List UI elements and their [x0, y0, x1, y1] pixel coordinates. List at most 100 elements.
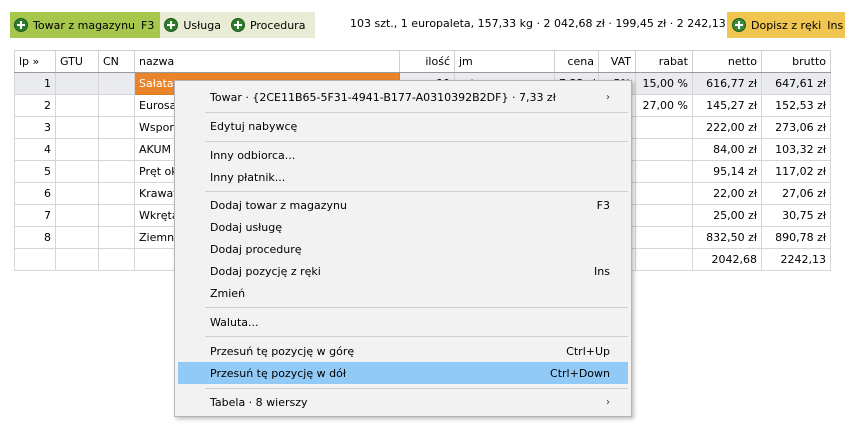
- col-header-nazwa[interactable]: nazwa: [134, 50, 400, 73]
- cell-rabat[interactable]: 15,00 %: [635, 72, 693, 95]
- totals-empty-cell: [98, 248, 135, 271]
- menu-separator: [205, 191, 628, 192]
- add-goods-button[interactable]: Towar z magazynu F3: [10, 12, 161, 38]
- cell-netto: 145,27 zł: [692, 94, 762, 117]
- menu-item-move-up[interactable]: Przesuń tę pozycję w górę Ctrl+Up: [178, 340, 628, 362]
- col-header-ilosc[interactable]: ilość: [399, 50, 455, 73]
- cell-cn[interactable]: [98, 160, 135, 183]
- add-procedure-button[interactable]: Procedura: [227, 12, 315, 38]
- cell-gtu[interactable]: [55, 226, 99, 249]
- cell-cn[interactable]: [98, 226, 135, 249]
- cell-cn[interactable]: [98, 204, 135, 227]
- menu-item-label: Dodaj procedurę: [210, 242, 302, 256]
- menu-item-currency[interactable]: Waluta...: [178, 311, 628, 333]
- cell-cn[interactable]: [98, 182, 135, 205]
- col-header-lp[interactable]: lp »: [14, 50, 56, 73]
- add-service-button[interactable]: Usługa: [160, 12, 227, 38]
- cell-gtu[interactable]: [55, 160, 99, 183]
- plus-circle-icon: [164, 18, 179, 32]
- cell-netto: 95,14 zł: [692, 160, 762, 183]
- cell-netto: 84,00 zł: [692, 138, 762, 161]
- plus-circle-icon: [230, 18, 245, 32]
- add-procedure-label: Procedura: [249, 18, 306, 32]
- menu-separator: [205, 112, 628, 113]
- menu-item-change[interactable]: Zmień: [178, 282, 628, 304]
- cell-lp: 5: [14, 160, 56, 183]
- add-item-toolbar-group: Towar z magazynu F3 Usługa Procedura: [10, 12, 316, 38]
- menu-item-edit-buyer[interactable]: Edytuj nabywcę: [178, 115, 628, 137]
- menu-item-add-goods[interactable]: Dodaj towar z magazynu F3: [178, 194, 628, 216]
- col-header-brutto[interactable]: brutto: [761, 50, 831, 73]
- cell-netto: 25,00 zł: [692, 204, 762, 227]
- total-netto: 2042,68: [692, 248, 762, 271]
- menu-item-label: Dodaj towar z magazynu: [210, 198, 347, 212]
- menu-item-add-service[interactable]: Dodaj usługę: [178, 216, 628, 238]
- cell-gtu[interactable]: [55, 138, 99, 161]
- cell-netto: 222,00 zł: [692, 116, 762, 139]
- menu-item-add-manual[interactable]: Dodaj pozycję z ręki Ins: [178, 260, 628, 282]
- cell-gtu[interactable]: [55, 204, 99, 227]
- cell-netto: 832,50 zł: [692, 226, 762, 249]
- menu-separator: [205, 307, 628, 308]
- cell-brutto: 103,32 zł: [761, 138, 831, 161]
- totals-empty-cell: [14, 248, 56, 271]
- cell-lp: 7: [14, 204, 56, 227]
- cell-lp: 8: [14, 226, 56, 249]
- cell-rabat[interactable]: [635, 182, 693, 205]
- menu-item-other-payer[interactable]: Inny płatnik...: [178, 166, 628, 188]
- menu-item-other-recipient[interactable]: Inny odbiorca...: [178, 144, 628, 166]
- cell-brutto: 152,53 zł: [761, 94, 831, 117]
- menu-item-label: Zmień: [210, 286, 246, 300]
- total-brutto: 2242,13: [761, 248, 831, 271]
- cell-cn[interactable]: [98, 138, 135, 161]
- cell-brutto: 890,78 zł: [761, 226, 831, 249]
- cell-rabat[interactable]: [635, 160, 693, 183]
- menu-item-label: Waluta...: [210, 315, 259, 329]
- menu-item-table-info[interactable]: Tabela · 8 wierszy ›: [178, 391, 628, 413]
- cell-rabat[interactable]: [635, 226, 693, 249]
- col-header-cn[interactable]: CN: [98, 50, 135, 73]
- cell-lp: 4: [14, 138, 56, 161]
- cell-gtu[interactable]: [55, 182, 99, 205]
- menu-item-label: Przesuń tę pozycję w górę: [210, 344, 355, 358]
- add-goods-label: Towar z magazynu: [33, 18, 136, 32]
- menu-item-label: Przesuń tę pozycję w dół: [210, 366, 346, 380]
- col-header-netto[interactable]: netto: [692, 50, 762, 73]
- plus-circle-icon: [732, 18, 746, 32]
- col-header-gtu[interactable]: GTU: [55, 50, 99, 73]
- menu-item-goods-info[interactable]: Towar · {2CE11B65-5F31-4941-B177-A031039…: [178, 86, 628, 108]
- cell-cn[interactable]: [98, 116, 135, 139]
- toolbar: Towar z magazynu F3 Usługa Procedura 103…: [0, 0, 855, 44]
- add-manual-button[interactable]: Dopisz z ręki Ins: [727, 12, 845, 38]
- menu-item-label: Towar · {2CE11B65-5F31-4941-B177-A031039…: [210, 90, 556, 104]
- cell-rabat[interactable]: 27,00 %: [635, 94, 693, 117]
- add-manual-shortcut: Ins: [827, 18, 844, 32]
- cell-rabat[interactable]: [635, 138, 693, 161]
- menu-separator: [205, 388, 628, 389]
- col-header-vat[interactable]: VAT: [598, 50, 636, 73]
- add-manual-label: Dopisz z ręki: [751, 18, 822, 32]
- cell-brutto: 647,61 zł: [761, 72, 831, 95]
- menu-item-add-procedure[interactable]: Dodaj procedurę: [178, 238, 628, 260]
- menu-item-label: Inny płatnik...: [210, 170, 286, 184]
- menu-item-shortcut: Ins: [594, 264, 610, 278]
- totals-empty-cell: [635, 248, 693, 271]
- cell-lp: 2: [14, 94, 56, 117]
- cell-brutto: 27,06 zł: [761, 182, 831, 205]
- cell-gtu[interactable]: [55, 116, 99, 139]
- add-service-label: Usługa: [183, 18, 221, 32]
- col-header-jm[interactable]: jm: [454, 50, 555, 73]
- col-header-rabat[interactable]: rabat: [635, 50, 693, 73]
- cell-gtu[interactable]: [55, 94, 99, 117]
- cell-netto: 22,00 zł: [692, 182, 762, 205]
- cell-brutto: 30,75 zł: [761, 204, 831, 227]
- col-header-cena[interactable]: cena: [554, 50, 599, 73]
- cell-rabat[interactable]: [635, 204, 693, 227]
- cell-gtu[interactable]: [55, 72, 99, 95]
- cell-cn[interactable]: [98, 72, 135, 95]
- menu-item-move-down[interactable]: Przesuń tę pozycję w dół Ctrl+Down: [178, 362, 628, 384]
- plus-circle-icon: [14, 18, 28, 32]
- menu-item-shortcut: Ctrl+Down: [550, 366, 610, 380]
- cell-rabat[interactable]: [635, 116, 693, 139]
- cell-cn[interactable]: [98, 94, 135, 117]
